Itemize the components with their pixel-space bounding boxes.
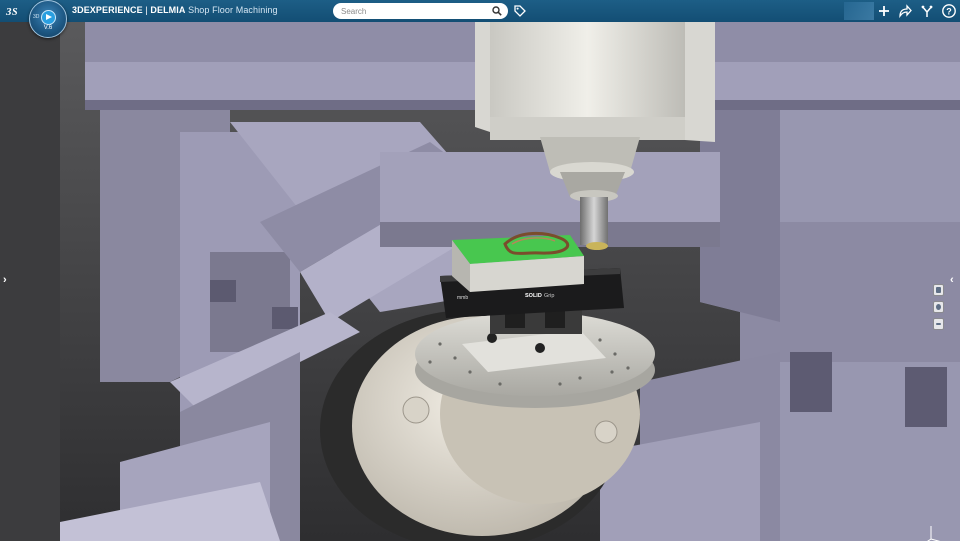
- svg-text:S: S: [12, 7, 18, 18]
- platform-name: 3DEXPERIENCE: [72, 5, 143, 15]
- layers-button[interactable]: [933, 318, 944, 330]
- 3d-viewport[interactable]: mmb SOLID Grip › ‹ ︿: [0, 22, 960, 541]
- compass-3d-label: 3D: [33, 14, 40, 20]
- view-mode-button[interactable]: [933, 284, 944, 296]
- view-mode-icon: [936, 287, 941, 293]
- share-icon[interactable]: [897, 3, 913, 19]
- app-name: Shop Floor Machining: [188, 5, 278, 15]
- tag-icon[interactable]: [513, 4, 527, 18]
- play-icon[interactable]: [41, 10, 56, 25]
- vise-left-mark: mmb: [457, 295, 468, 301]
- cutting-tool: [580, 197, 608, 245]
- compass-version: V.6: [43, 25, 53, 31]
- brand-name: DELMIA: [150, 5, 186, 15]
- axis-triad-icon: [927, 526, 941, 541]
- svg-text:3: 3: [5, 6, 12, 18]
- compass-widget[interactable]: 3D V.6: [29, 0, 67, 38]
- vise-brand-suffix: Grip: [544, 293, 554, 299]
- view-toolbar: [933, 284, 945, 335]
- vise-brand: SOLID: [525, 293, 542, 299]
- help-icon[interactable]: ?: [941, 3, 957, 19]
- tools-icon[interactable]: [919, 3, 935, 19]
- svg-text:?: ?: [946, 7, 952, 17]
- 3ds-logo-icon[interactable]: 3S: [5, 2, 23, 20]
- background-thumbnail: [844, 2, 874, 20]
- app-title: 3DEXPERIENCE | DELMIA Shop Floor Machini…: [72, 5, 278, 15]
- machine-scene: mmb SOLID Grip: [0, 22, 960, 541]
- top-bar: 3S 3DEXPERIENCE | DELMIA Shop Floor Mach…: [0, 0, 960, 22]
- search-input[interactable]: [341, 4, 486, 18]
- render-style-icon: [936, 304, 941, 310]
- left-panel-toggle[interactable]: ›: [3, 274, 7, 286]
- layers-icon: [936, 323, 941, 325]
- right-panel-toggle[interactable]: ‹: [950, 274, 954, 286]
- add-icon[interactable]: [876, 3, 892, 19]
- search-box: [333, 3, 508, 19]
- search-icon[interactable]: [492, 6, 502, 16]
- render-style-button[interactable]: [933, 301, 944, 313]
